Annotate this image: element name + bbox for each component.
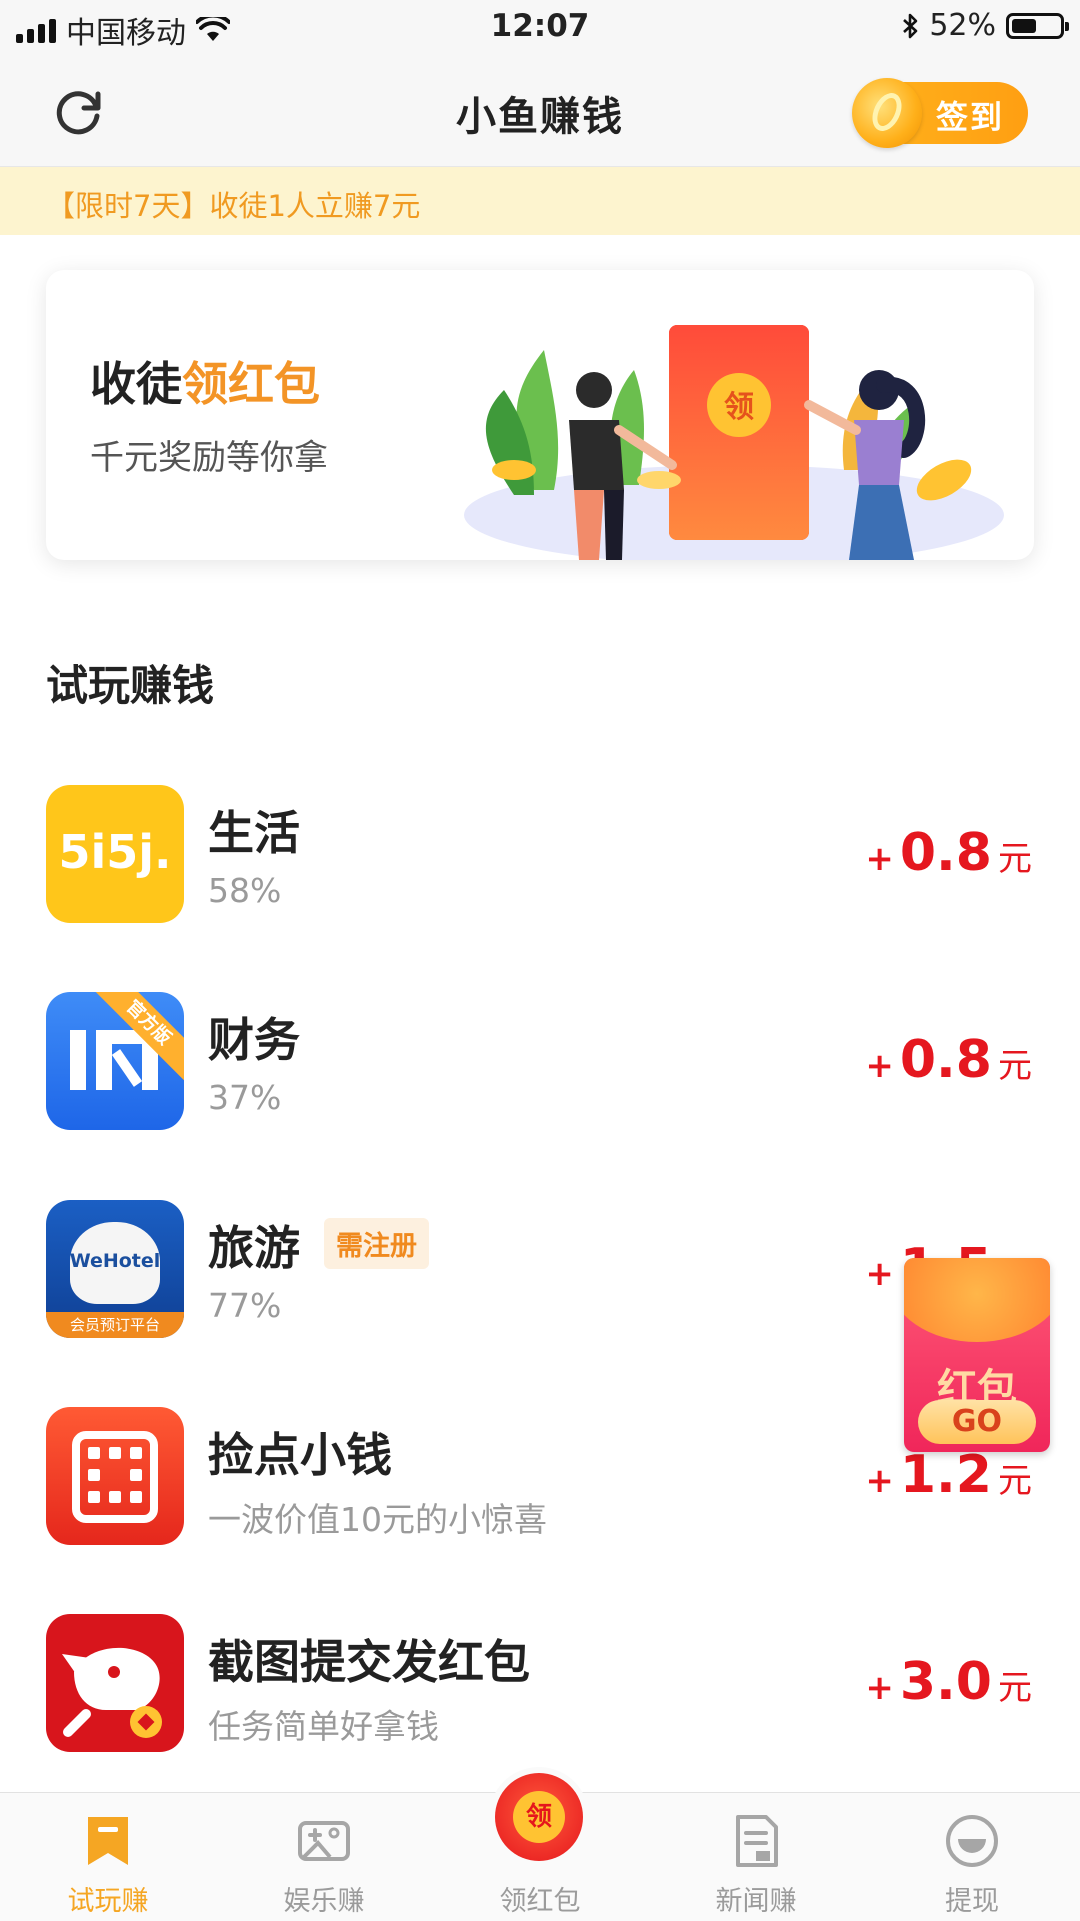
app-subtitle: 58% — [208, 871, 282, 910]
reward-unit: 元 — [998, 1461, 1032, 1501]
reward-plus: + — [865, 1046, 894, 1086]
bluetooth-icon — [903, 13, 918, 38]
app-name: 生活 — [208, 806, 300, 860]
tab-trial[interactable]: 试玩赚 — [0, 1793, 216, 1921]
redpacket-go: GO — [918, 1400, 1036, 1444]
app-subtitle: 77% — [208, 1286, 282, 1325]
5i5j-logo-icon: 5i5j. — [46, 785, 184, 923]
promo-illustration: 领 — [464, 325, 1004, 560]
reward-amount: +1.2 元 — [865, 1445, 1032, 1505]
app-name: 旅游 — [208, 1221, 300, 1275]
redpacket-icon: 领 — [495, 1773, 583, 1861]
tab-withdraw[interactable]: 提现 — [864, 1793, 1080, 1921]
reward-value: 1.2 — [899, 1445, 992, 1505]
reward-plus: + — [865, 1668, 894, 1708]
status-bar: 中国移动 12:07 52% — [0, 0, 1080, 56]
bottom-tab-bar: 试玩赚 娱乐赚 领 领红包 新闻赚 提现 — [0, 1773, 1080, 1921]
app-name: 财务 — [208, 1013, 300, 1067]
bookmark-icon — [88, 1817, 128, 1865]
floating-redpacket-button[interactable]: 红包 GO — [904, 1258, 1050, 1452]
nav-bar: 小鱼赚钱 签到 — [0, 56, 1080, 167]
reward-value: 3.0 — [899, 1652, 992, 1712]
app-subtitle: 一波价值10元的小惊喜 — [208, 1500, 547, 1539]
status-right: 52% — [901, 8, 1069, 43]
promo-subtitle: 千元奖励等你拿 — [90, 438, 328, 478]
invite-promo-card[interactable]: 收徒领红包 千元奖励等你拿 领 — [46, 270, 1034, 560]
app-name: 截图提交发红包 — [208, 1635, 530, 1689]
reward-plus: + — [865, 1461, 894, 1501]
icon-text: WeHotel — [69, 1250, 161, 1272]
notice-text: 【限时7天】收徒1人立赚7元 — [46, 189, 421, 223]
finance-glyph-icon — [70, 1030, 158, 1090]
list-item[interactable]: 官方版 财务 37% +0.8 元 — [0, 992, 1080, 1142]
reward-value: 0.8 — [899, 1030, 992, 1090]
tab-news[interactable]: 新闻赚 — [648, 1793, 864, 1921]
reward-amount: +0.8 元 — [865, 1030, 1032, 1090]
battery-percent: 52% — [929, 8, 996, 43]
tab-label: 领红包 — [499, 1886, 581, 1917]
tab-label: 提现 — [945, 1886, 999, 1917]
list-item[interactable]: 截图提交发红包 任务简单好拿钱 +3.0 元 — [0, 1614, 1080, 1764]
coin-icon — [852, 78, 922, 148]
notice-banner[interactable]: 【限时7天】收徒1人立赚7元 — [0, 167, 1080, 235]
smile-icon — [946, 1815, 998, 1867]
reward-unit: 元 — [998, 1046, 1032, 1086]
app-name: 捡点小钱 — [208, 1428, 392, 1482]
checkin-button[interactable]: 签到 — [852, 78, 1028, 148]
grid-glyph-icon — [72, 1431, 158, 1523]
app-subtitle: 任务简单好拿钱 — [208, 1707, 439, 1746]
checkin-label: 签到 — [936, 98, 1005, 136]
icon-text: 5i5j. — [58, 825, 172, 879]
tab-redpacket[interactable]: 领 领红包 — [432, 1773, 648, 1921]
reward-unit: 元 — [998, 1668, 1032, 1708]
list-item[interactable]: 5i5j. 生活 58% +0.8 元 — [0, 785, 1080, 935]
jd-dog-icon — [46, 1614, 184, 1752]
promo-title: 收徒领红包 — [90, 348, 320, 414]
tab-label: 新闻赚 — [715, 1886, 797, 1917]
tab-label: 试玩赚 — [67, 1886, 149, 1917]
wehotel-icon: WeHotel 会员预订平台 — [46, 1200, 184, 1338]
dog-glyph-icon — [62, 1647, 162, 1738]
tab-entertainment[interactable]: 娱乐赚 — [216, 1793, 432, 1921]
reward-plus: + — [865, 839, 894, 879]
battery-icon — [1006, 12, 1069, 39]
reward-plus: + — [865, 1254, 894, 1294]
reward-value: 0.8 — [899, 823, 992, 883]
calendar-grid-icon — [46, 1407, 184, 1545]
news-icon — [736, 1815, 778, 1867]
promo-title-highlight: 领红包 — [182, 357, 320, 411]
gamepad-icon — [298, 1821, 350, 1861]
tab-label: 娱乐赚 — [283, 1886, 365, 1917]
finance-app-icon: 官方版 — [46, 992, 184, 1130]
app-subtitle: 37% — [208, 1078, 282, 1117]
register-tag: 需注册 — [324, 1218, 429, 1269]
reward-amount: +3.0 元 — [865, 1652, 1032, 1712]
envelope-label: 领 — [724, 390, 754, 425]
reward-amount: +0.8 元 — [865, 823, 1032, 883]
promo-title-prefix: 收徒 — [90, 357, 182, 411]
reward-unit: 元 — [998, 839, 1032, 879]
section-title: 试玩赚钱 — [46, 661, 215, 710]
redpacket-coins-icon — [904, 1258, 1050, 1342]
redpacket-center-text: 领 — [513, 1791, 565, 1843]
icon-caption: 会员预订平台 — [46, 1312, 184, 1338]
battery-fill — [1012, 18, 1036, 33]
